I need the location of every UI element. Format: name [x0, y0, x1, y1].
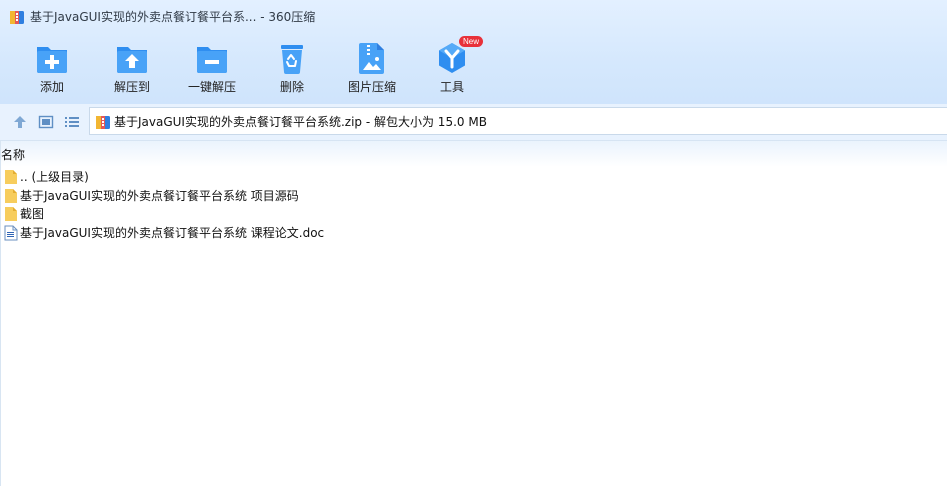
one-click-extract-button[interactable]: 一键解压 — [177, 40, 247, 98]
window-title: 基于JavaGUI实现的外卖点餐订餐平台系... - 360压缩 — [30, 10, 316, 24]
delete-button[interactable]: 删除 — [257, 40, 327, 98]
list-item[interactable]: 基于JavaGUI实现的外卖点餐订餐平台系统 项目源码 — [0, 187, 947, 206]
list-item[interactable]: .. (上级目录) — [0, 168, 947, 187]
item-name: .. (上级目录) — [20, 170, 89, 184]
title-bar[interactable]: 基于JavaGUI实现的外卖点餐订餐平台系... - 360压缩 — [0, 0, 947, 34]
address-bar-row: 基于JavaGUI实现的外卖点餐订餐平台系统.zip - 解包大小为 15.0 … — [0, 104, 947, 141]
add-button[interactable]: 添加 — [17, 40, 87, 98]
image-compress-button[interactable]: 图片压缩 — [337, 40, 407, 98]
folder-icon — [5, 188, 17, 203]
folder-icon — [5, 170, 17, 184]
list-header: 名称 — [0, 141, 947, 167]
image-compress-label: 图片压缩 — [347, 80, 396, 94]
extract-to-button[interactable]: 解压到 — [97, 40, 167, 98]
one-click-extract-label: 一键解压 — [187, 80, 236, 94]
list-item[interactable]: 截图 — [0, 205, 947, 224]
extract-to-icon — [117, 47, 147, 73]
app-window: 基于JavaGUI实现的外卖点餐订餐平台系... - 360压缩 添加 解压到 … — [0, 0, 947, 486]
toolbar: 添加 解压到 一键解压 删除 图片压缩 New 工具 — [0, 34, 947, 104]
add-label: 添加 — [39, 80, 64, 94]
thumbnail-view-icon[interactable] — [38, 114, 54, 130]
tools-button[interactable]: New 工具 — [417, 36, 487, 98]
list-view-icon[interactable] — [64, 114, 80, 130]
word-document-icon — [4, 225, 18, 240]
extract-to-label: 解压到 — [113, 80, 150, 94]
folder-icon — [5, 207, 17, 221]
new-badge: New — [459, 36, 484, 47]
recycle-bin-icon — [281, 45, 303, 74]
delete-label: 删除 — [279, 80, 304, 94]
item-name: 截图 — [20, 207, 45, 221]
item-name: 基于JavaGUI实现的外卖点餐订餐平台系统 项目源码 — [20, 188, 299, 203]
item-name: 基于JavaGUI实现的外卖点餐订餐平台系统 课程论文.doc — [20, 225, 325, 240]
zip-file-icon — [96, 116, 110, 129]
archive-path-text: 基于JavaGUI实现的外卖点餐订餐平台系统.zip - 解包大小为 15.0 … — [114, 115, 487, 129]
add-folder-icon — [37, 47, 67, 73]
path-field[interactable]: 基于JavaGUI实现的外卖点餐订餐平台系统.zip - 解包大小为 15.0 … — [89, 107, 947, 135]
archive-app-icon — [10, 11, 24, 24]
list-item[interactable]: 基于JavaGUI实现的外卖点餐订餐平台系统 课程论文.doc — [0, 224, 947, 243]
file-list: .. (上级目录) 基于JavaGUI实现的外卖点餐订餐平台系统 项目源码 截图 — [0, 168, 947, 242]
tools-label: 工具 — [439, 80, 464, 94]
up-arrow-icon[interactable] — [12, 114, 28, 130]
window-chrome: 基于JavaGUI实现的外卖点餐订餐平台系... - 360压缩 添加 解压到 … — [0, 0, 947, 104]
one-click-extract-icon — [197, 47, 227, 73]
column-header-name[interactable]: 名称 — [1, 148, 25, 162]
image-compress-icon — [359, 43, 384, 74]
